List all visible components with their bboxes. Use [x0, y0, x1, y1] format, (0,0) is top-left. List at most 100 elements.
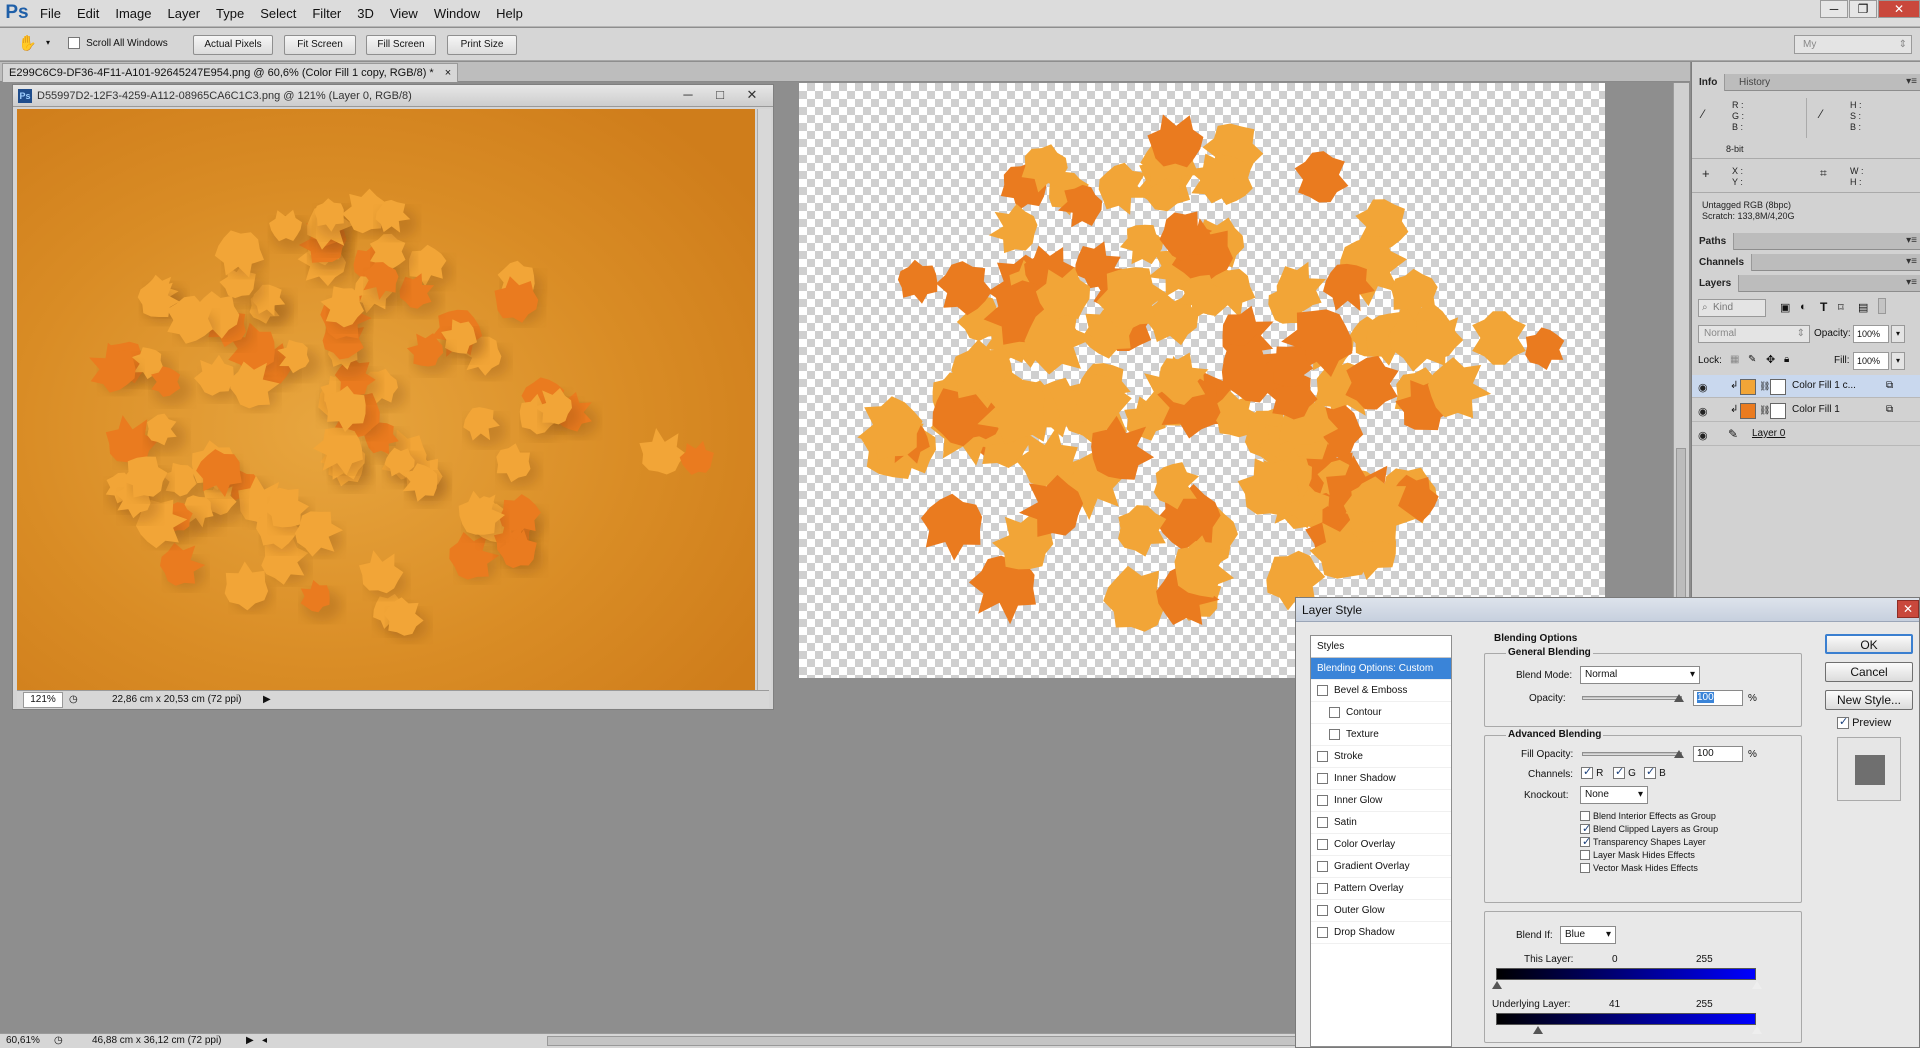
tab-history[interactable]: History [1732, 74, 1777, 91]
advanced-option-checkbox[interactable]: Vector Mask Hides Effects [1580, 862, 1698, 874]
this-layer-white-knob[interactable] [1752, 981, 1762, 989]
panel-menu-icon[interactable]: ▾≡ [1906, 235, 1917, 246]
layer-row[interactable]: ◉ ✎ Layer 0 [1692, 423, 1920, 446]
styles-header[interactable]: Styles [1311, 636, 1451, 658]
dialog-close-button[interactable]: ✕ [1897, 600, 1919, 618]
blend-if-select[interactable]: Blue [1560, 926, 1616, 944]
style-item[interactable]: Gradient Overlay [1311, 856, 1451, 878]
tab-info[interactable]: Info [1692, 74, 1726, 91]
menu-type[interactable]: Type [208, 0, 252, 27]
menu-edit[interactable]: Edit [69, 0, 107, 27]
style-checkbox[interactable] [1317, 904, 1328, 916]
status-arrow-icon[interactable]: ▶ [263, 691, 271, 709]
zoom-level[interactable]: 60,61% [6, 1034, 40, 1048]
filter-smart-object-icon[interactable]: ▤ [1858, 301, 1868, 314]
floating-document-window[interactable]: Ps D55997D2-12F3-4259-A112-08965CA6C1C3.… [12, 84, 774, 710]
minimize-button[interactable]: ─ [1820, 0, 1848, 18]
floating-document-canvas[interactable] [17, 109, 755, 691]
style-checkbox[interactable] [1329, 728, 1340, 740]
opacity-chevron-icon[interactable]: ▾ [1891, 325, 1905, 343]
ok-button[interactable]: OK [1825, 634, 1913, 654]
dialog-titlebar[interactable]: Layer Style [1296, 598, 1919, 622]
panel-menu-icon[interactable]: ▾≡ [1906, 76, 1917, 87]
layer-row[interactable]: ◉ ↲ ⛓ Color Fill 1 c... ⧉ [1692, 375, 1920, 398]
panel-menu-icon[interactable]: ▾≡ [1906, 256, 1917, 267]
filter-adjustment-icon[interactable]: ◐ [1800, 301, 1807, 313]
menu-help[interactable]: Help [488, 0, 531, 27]
floating-vertical-scrollbar[interactable] [757, 109, 771, 690]
layer-blend-mode-select[interactable]: Normal ⇕ [1698, 325, 1810, 343]
status-info-icon[interactable]: ◷ [54, 1034, 63, 1048]
channel-b-checkbox[interactable]: B [1644, 765, 1666, 780]
menu-3d[interactable]: 3D [349, 0, 382, 27]
style-item[interactable]: Blending Options: Custom [1311, 658, 1451, 680]
preview-checkbox[interactable]: Preview [1837, 715, 1891, 730]
style-checkbox[interactable] [1317, 838, 1328, 850]
print-size-button[interactable]: Print Size [447, 35, 517, 55]
float-minimize-button[interactable]: ─ [673, 86, 703, 105]
lock-transparent-icon[interactable]: ▦ [1730, 354, 1739, 365]
style-item[interactable]: Color Overlay [1311, 834, 1451, 856]
scroll-left-icon[interactable]: ◂ [262, 1034, 267, 1048]
fill-color-thumbnail[interactable] [1740, 403, 1756, 419]
menu-image[interactable]: Image [107, 0, 159, 27]
style-checkbox[interactable] [1317, 860, 1328, 872]
blend-mode-select[interactable]: Normal [1580, 666, 1700, 684]
style-checkbox[interactable] [1317, 882, 1328, 894]
layers-panel-header[interactable]: Layers ▾≡ [1692, 275, 1920, 292]
style-item[interactable]: Texture [1311, 724, 1451, 746]
info-icon[interactable]: ◷ [69, 691, 78, 709]
this-layer-black-knob[interactable] [1492, 981, 1502, 989]
opacity-slider[interactable] [1582, 696, 1682, 700]
style-item[interactable]: Drop Shadow [1311, 922, 1451, 944]
visibility-eye-icon[interactable]: ◉ [1698, 429, 1708, 442]
menu-file[interactable]: File [32, 0, 69, 27]
new-style-button[interactable]: New Style... [1825, 690, 1913, 710]
opacity-field[interactable]: 100 [1693, 690, 1743, 706]
lock-all-icon[interactable]: 🔒︎ [1784, 354, 1789, 365]
actual-pixels-button[interactable]: Actual Pixels [193, 35, 273, 55]
menu-view[interactable]: View [382, 0, 426, 27]
advanced-option-checkbox[interactable]: Layer Mask Hides Effects [1580, 849, 1695, 861]
menu-select[interactable]: Select [252, 0, 304, 27]
menu-filter[interactable]: Filter [304, 0, 349, 27]
style-item[interactable]: Pattern Overlay [1311, 878, 1451, 900]
restore-button[interactable]: ❐ [1849, 0, 1877, 18]
tab-layers[interactable]: Layers [1692, 275, 1740, 292]
layer-kind-filter[interactable]: ⌕ Kind [1698, 299, 1766, 317]
layer-opacity-field[interactable]: 100% [1853, 325, 1889, 343]
style-checkbox[interactable] [1317, 794, 1328, 806]
floating-window-titlebar[interactable]: Ps D55997D2-12F3-4259-A112-08965CA6C1C3.… [13, 85, 773, 107]
fill-color-thumbnail[interactable] [1740, 379, 1756, 395]
layer-effects-icon[interactable]: ⧉ [1886, 380, 1893, 391]
underlying-layer-gradient[interactable] [1496, 1013, 1756, 1025]
underlying-white-knob[interactable] [1752, 1026, 1762, 1034]
floating-zoom-field[interactable]: 121% [23, 692, 63, 708]
panel-menu-icon[interactable]: ▾≡ [1906, 277, 1917, 288]
cancel-button[interactable]: Cancel [1825, 662, 1913, 682]
style-checkbox[interactable] [1317, 772, 1328, 784]
menu-window[interactable]: Window [426, 0, 488, 27]
lock-image-icon[interactable]: ✎ [1748, 354, 1756, 365]
style-item[interactable]: Stroke [1311, 746, 1451, 768]
paths-panel-header[interactable]: Paths ▾≡ [1692, 233, 1920, 250]
lock-position-icon[interactable]: ✥ [1766, 353, 1775, 366]
tab-paths[interactable]: Paths [1692, 233, 1735, 250]
fill-screen-button[interactable]: Fill Screen [366, 35, 436, 55]
fill-opacity-slider[interactable] [1582, 752, 1682, 756]
status-arrow-icon[interactable]: ▶ [246, 1034, 254, 1048]
advanced-option-checkbox[interactable]: Blend Interior Effects as Group [1580, 810, 1716, 822]
style-item[interactable]: Satin [1311, 812, 1451, 834]
scroll-all-windows-checkbox[interactable]: Scroll All Windows [68, 37, 168, 50]
channel-g-checkbox[interactable]: G [1613, 765, 1636, 780]
style-item[interactable]: Inner Shadow [1311, 768, 1451, 790]
tab-channels[interactable]: Channels [1692, 254, 1753, 271]
mask-thumbnail[interactable] [1770, 379, 1786, 395]
tool-preset-chevron-icon[interactable]: ▾ [46, 38, 50, 47]
style-checkbox[interactable] [1317, 816, 1328, 828]
visibility-eye-icon[interactable]: ◉ [1698, 381, 1708, 394]
close-app-button[interactable]: ✕ [1878, 0, 1920, 18]
style-checkbox[interactable] [1317, 684, 1328, 696]
style-checkbox[interactable] [1329, 706, 1340, 718]
document-tab[interactable]: E299C6C9-DF36-4F11-A101-92645247E954.png… [2, 63, 459, 82]
